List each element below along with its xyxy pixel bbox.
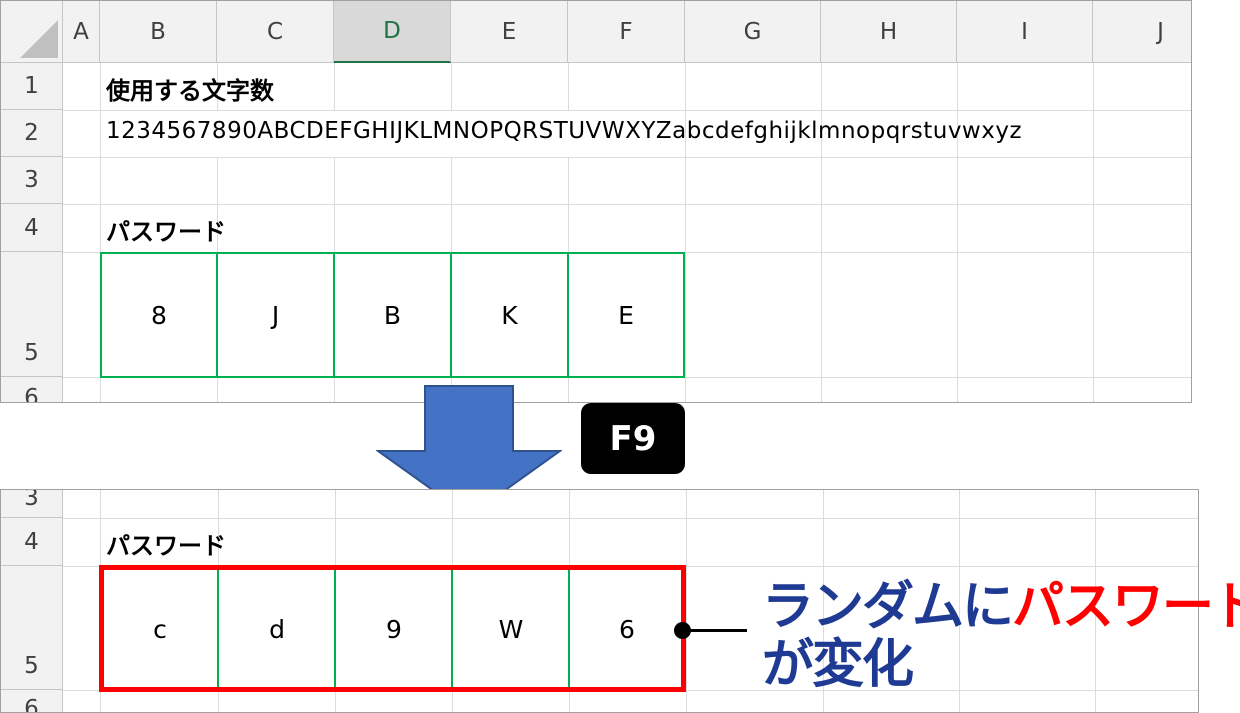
callout-line-2: が変化	[762, 635, 914, 695]
column-header-f[interactable]: F	[568, 1, 685, 63]
row-header-3[interactable]: 3	[1, 157, 63, 204]
callout-text-blue: ランダムに	[762, 577, 1014, 637]
column-header-i[interactable]: I	[957, 1, 1093, 63]
column-header-c[interactable]: C	[217, 1, 334, 63]
row-header-3[interactable]: 3	[1, 490, 63, 518]
password-cell-b5[interactable]: 8	[100, 252, 218, 378]
password-cell-e5[interactable]: K	[450, 252, 569, 378]
callout-text: ランダムにパスワード が変化	[762, 578, 1240, 694]
column-header-h[interactable]: H	[821, 1, 957, 63]
password-cell-c5[interactable]: J	[216, 252, 335, 378]
column-header-j[interactable]: J	[1093, 1, 1191, 63]
row-header-6[interactable]: 6	[1, 377, 63, 402]
f9-key-badge: F9	[581, 403, 685, 474]
row-header-1[interactable]: 1	[1, 63, 63, 110]
cell-b4-password-label[interactable]: パスワード	[106, 212, 226, 247]
callout-text-red: パスワード	[1012, 577, 1240, 637]
callout-connector	[683, 629, 747, 632]
spreadsheet-before: A B C D E F G H I J 1 2 3 4 5 6 使用する文字数 …	[0, 0, 1192, 403]
password-cell-d5[interactable]: B	[333, 252, 452, 378]
column-header-b[interactable]: B	[100, 1, 217, 63]
row-header-5[interactable]: 5	[1, 566, 63, 690]
cell-b4-password-label[interactable]: パスワード	[106, 526, 226, 561]
cell-b1-label[interactable]: 使用する文字数	[106, 71, 274, 106]
row-header-2[interactable]: 2	[1, 110, 63, 157]
select-all-corner[interactable]	[1, 1, 63, 63]
column-header-d[interactable]: D	[334, 1, 451, 63]
column-header-e[interactable]: E	[451, 1, 568, 63]
row-header-6[interactable]: 6	[1, 690, 63, 712]
column-header-g[interactable]: G	[685, 1, 821, 63]
password-cell-f5[interactable]: E	[567, 252, 685, 378]
password-range-outline	[99, 565, 686, 692]
row-header-5[interactable]: 5	[1, 252, 63, 377]
cell-b2-characters[interactable]: 1234567890ABCDEFGHIJKLMNOPQRSTUVWXYZabcd…	[106, 118, 1022, 144]
callout-line-1: ランダムにパスワード	[762, 578, 1240, 636]
column-header-a[interactable]: A	[63, 1, 100, 63]
row-header-4[interactable]: 4	[1, 204, 63, 252]
select-all-icon	[20, 20, 58, 58]
row-header-4[interactable]: 4	[1, 518, 63, 566]
